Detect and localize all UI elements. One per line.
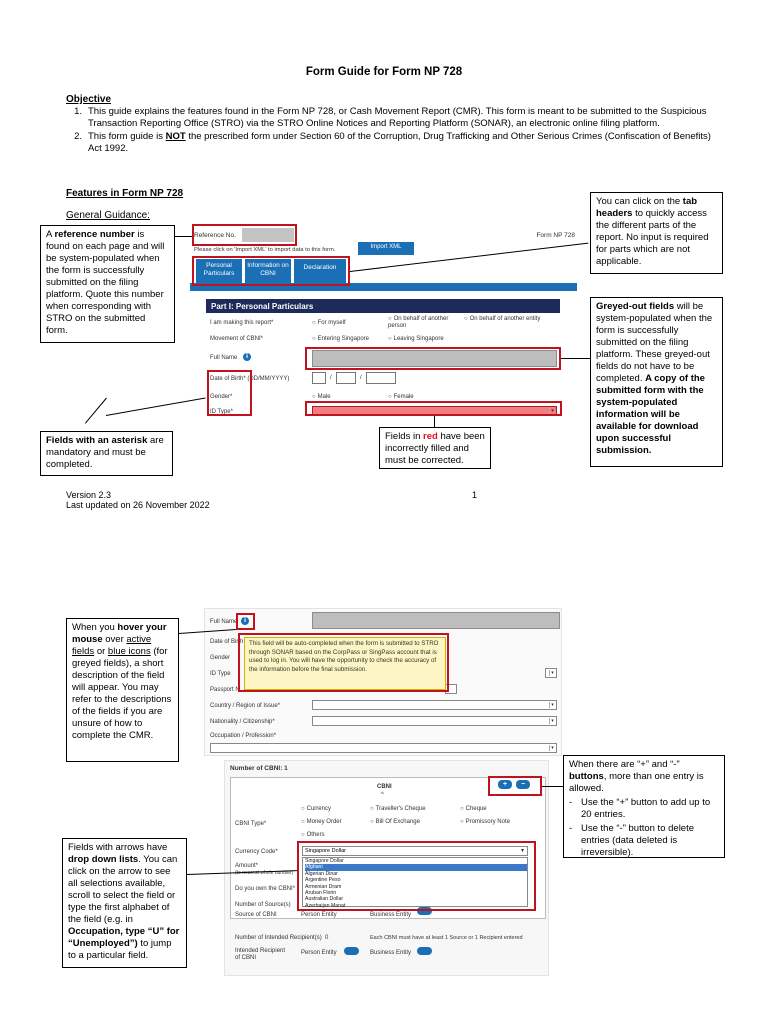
callout-plus-minus-buttons: When there are “+” and “-” buttons, more… [563, 755, 725, 858]
section-title: Part I: Personal Particulars [206, 299, 560, 313]
page-number: 1 [472, 490, 478, 500]
callout-asterisk-fields: Fields with an asterisk are mandatory an… [40, 431, 173, 476]
source-of-cbni-label: Source of CBNI [235, 912, 277, 918]
radio-for-myself[interactable]: For myself [312, 320, 346, 326]
number-of-sources-label: Number of Source(s) [235, 902, 291, 908]
callout-red-fields: Fields in red have been incorrectly fill… [379, 427, 491, 469]
id-type-select[interactable]: ▾ [545, 668, 557, 678]
dob-month-field[interactable] [336, 372, 356, 384]
list-item: 1. This guide explains the features found… [74, 106, 707, 129]
chevron-down-icon: ▾ [549, 670, 555, 676]
add-recipient-person-button[interactable] [344, 947, 359, 955]
radio-currency[interactable]: Currency [301, 806, 331, 812]
highlight-plus-minus [488, 776, 542, 796]
source-person-entity: Person Entity [301, 912, 337, 918]
recipient-person-entity: Person Entity [301, 950, 337, 956]
objective-heading: Objective [66, 94, 112, 105]
import-hint: Please click on 'Import XML' to import d… [194, 247, 336, 253]
chevron-down-icon: ▾ [549, 702, 555, 708]
cbni-header: CBNI [377, 784, 392, 790]
radio-entering-singapore[interactable]: Entering Singapore [312, 336, 369, 342]
occupation-select[interactable]: ▾ [210, 743, 557, 753]
add-recipient-business-button[interactable] [417, 947, 432, 955]
connector-line [434, 416, 435, 427]
occupation-label: Occupation / Profession* [210, 733, 277, 739]
highlight-info-icon [236, 613, 255, 630]
callout-reference-number: A reference number is found on each page… [40, 225, 175, 343]
version-text: Version 2.3 [66, 490, 112, 500]
recipients-value: 0 [325, 935, 329, 941]
full-name-field [312, 612, 560, 629]
source-business-entity: Business Entity [370, 912, 412, 918]
recipient-business-entity: Business Entity [370, 950, 412, 956]
radio-others[interactable]: Others [301, 832, 325, 838]
features-heading: Features in Form NP 728 [66, 188, 184, 199]
nationality-select[interactable]: ▾ [312, 716, 557, 726]
page-title: Form Guide for Form NP 728 [305, 66, 463, 78]
country-select[interactable]: ▾ [312, 700, 557, 710]
list-item: - Use the “-” button to delete entries (d… [569, 823, 695, 858]
chevron-up-icon[interactable]: ^ [381, 792, 384, 798]
highlight-red-field [305, 401, 562, 416]
intended-recipient-label: Intended Recipient of CBNI [235, 948, 286, 961]
radio-on-behalf-person[interactable]: On behalf of another person [388, 316, 458, 330]
id-type-label: ID Type [210, 671, 231, 677]
list-item: 2. This form guide is NOT the prescribed … [74, 131, 711, 154]
radio-leaving-singapore[interactable]: Leaving Singapore [388, 336, 444, 342]
dob-day-field[interactable] [312, 372, 326, 384]
highlight-tooltip [238, 633, 449, 692]
radio-bill-of-exchange[interactable]: Bill Of Exchange [370, 819, 420, 825]
number-of-cbni-label: Number of CBNI: 1 [230, 765, 288, 772]
highlight-tab-headers [192, 256, 350, 286]
dob-year-field[interactable] [366, 372, 396, 384]
recipients-label: Number of Intended Recipient(s) [235, 935, 322, 941]
radio-on-behalf-entity[interactable]: On behalf of another entity [464, 316, 554, 323]
highlight-asterisk-labels [207, 370, 252, 416]
amount-label: Amount* [235, 863, 259, 869]
radio-travellers-cheque[interactable]: Traveller's Cheque [370, 806, 426, 812]
radio-money-order[interactable]: Money Order [301, 819, 342, 825]
date-separator: / [360, 375, 362, 381]
chevron-down-icon: ▾ [549, 745, 555, 751]
callout-tab-headers: You can click on the tab headers to quic… [590, 192, 723, 274]
radio-cheque[interactable]: Cheque [460, 806, 487, 812]
own-cbni-label: Do you own the CBNI* [235, 886, 296, 892]
cbni-type-label: CBNI Type* [235, 821, 267, 827]
radio-promissory-note[interactable]: Promissory Note [460, 819, 510, 825]
currency-code-label: Currency Code* [235, 849, 278, 855]
highlight-greyed-field [305, 347, 561, 370]
connector-line [175, 236, 192, 237]
nationality-label: Nationality / Citizenship* [210, 719, 275, 725]
general-guidance-heading: General Guidance: [66, 210, 150, 221]
highlight-reference-number [192, 224, 297, 246]
gender-label: Gender [210, 655, 231, 661]
callout-hover-description: When you hover your mouse over active fi… [66, 618, 179, 762]
recipients-note: Each CBNI must have at least 1 Source or… [370, 935, 523, 941]
making-report-label: I am making this report* [210, 320, 274, 326]
full-name-label: Full Name [210, 355, 238, 361]
radio-female[interactable]: Female [388, 394, 414, 400]
last-updated-text: Last updated on 26 November 2022 [66, 500, 210, 510]
callout-greyed-fields: Greyed-out fields will be system-populat… [590, 297, 723, 467]
objective-list: 1. This guide explains the features found… [66, 106, 716, 156]
connector-line [84, 397, 107, 424]
connector-line [561, 358, 590, 359]
info-icon[interactable]: i [243, 353, 251, 361]
passport-label: Passport N [210, 687, 240, 693]
connector-line [542, 786, 563, 787]
radio-male[interactable]: Male [312, 394, 331, 400]
highlight-dropdown [297, 841, 536, 911]
callout-dropdown-lists: Fields with arrows have drop down lists.… [62, 838, 187, 968]
list-item: - Use the “+” button to add up to 20 entr… [569, 797, 711, 820]
chevron-down-icon: ▾ [549, 718, 555, 724]
date-separator: / [330, 375, 332, 381]
full-name-label: Full Name [210, 619, 238, 625]
form-number-label: Form NP 728 [536, 232, 575, 239]
import-xml-button[interactable]: Import XML [358, 242, 414, 255]
country-label: Country / Region of Issue* [210, 703, 281, 709]
movement-label: Movement of CBNI* [210, 336, 264, 342]
